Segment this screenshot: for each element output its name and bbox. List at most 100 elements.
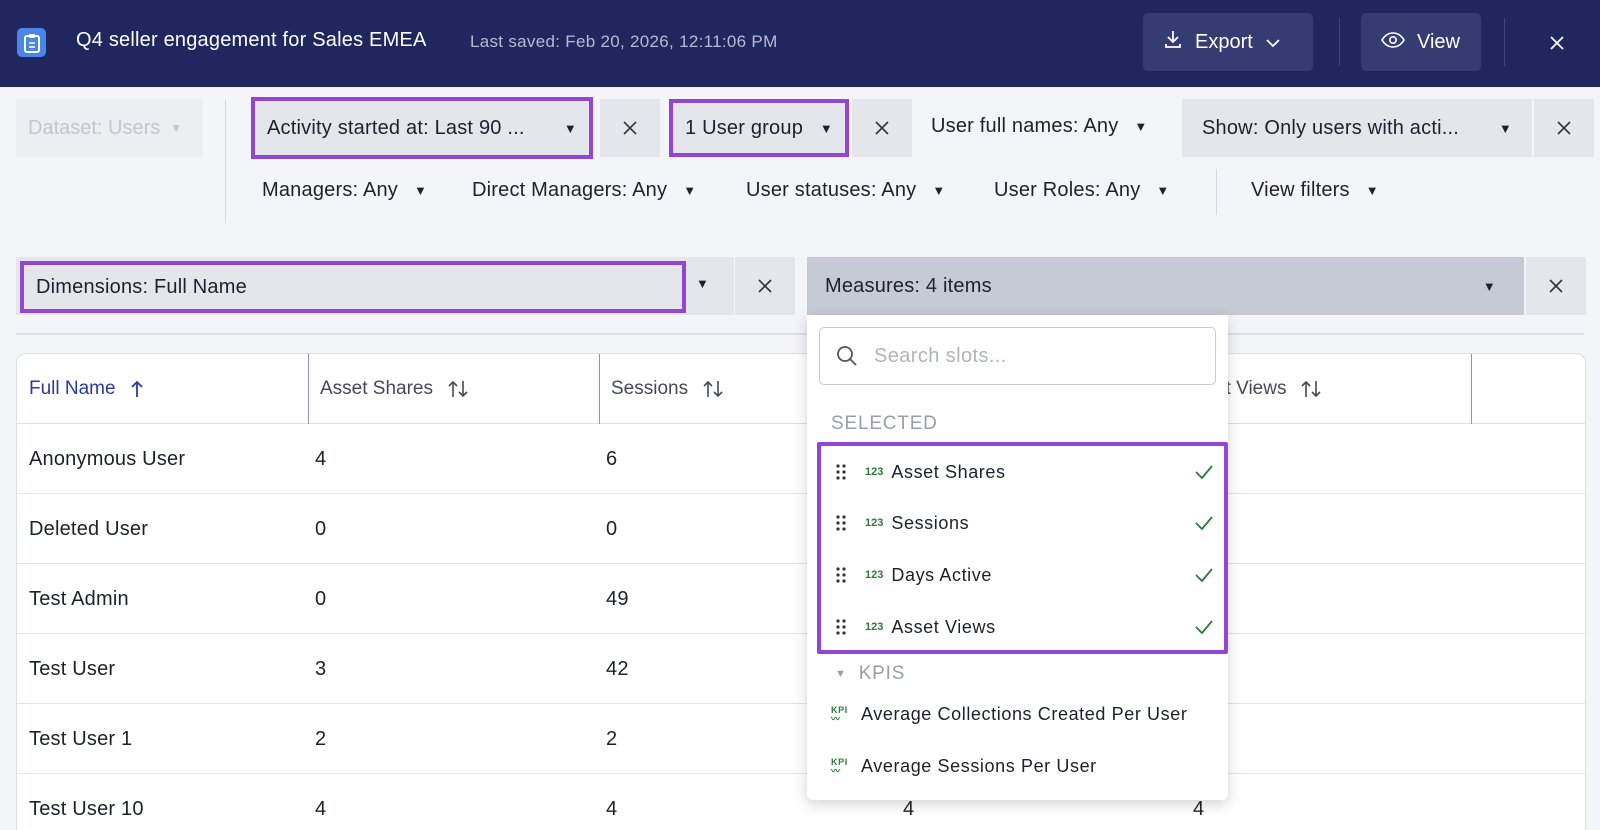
close-icon[interactable] [1542,28,1572,58]
close-icon [758,279,772,293]
cell-asset-shares: 4 [315,447,327,470]
numeric-icon: 123 [865,621,884,633]
activity-filter-label: Activity started at: Last 90 ... [267,116,525,139]
cell-full-name: Test User 1 [29,727,133,750]
cell-full-name: Deleted User [29,517,149,540]
caret-down-icon: ▼ [1498,120,1512,136]
show-filter-remove[interactable] [1534,99,1594,157]
kpi-item-average-sessions[interactable]: KPI 〰 Average Sessions Per User [831,756,1097,777]
sort-icon [703,380,723,398]
column-header-asset-views[interactable]: et Views [1215,354,1322,424]
managers-label: Managers: Any [262,179,399,201]
checkmark-icon [1195,620,1213,635]
search-input[interactable] [874,344,1174,368]
drag-handle-icon[interactable] [829,619,853,635]
dimensions-remove[interactable] [735,257,795,315]
direct-managers-filter[interactable]: Direct Managers: Any ▼ [472,179,696,202]
table-row[interactable]: Test User 3 42 [17,634,1585,704]
close-icon [875,121,889,135]
cell-asset-shares: 0 [315,517,327,540]
measures-selector[interactable]: Measures: 4 items ▼ [807,257,1524,315]
table-row[interactable]: Deleted User 0 0 [17,494,1585,564]
measures-dropdown: SELECTED 123 Asset Shares 123 Sessions 1… [807,315,1228,800]
view-filters-button[interactable]: View filters ▼ [1251,179,1379,202]
table-header: Full Name Asset Shares Sessions et Views [17,354,1585,424]
measure-item-sessions[interactable]: 123 Sessions [825,497,1220,549]
header-divider [1504,18,1505,66]
user-full-names-label: User full names: Any [931,115,1119,137]
export-button[interactable]: Export [1143,13,1313,71]
drag-handle-icon[interactable] [829,515,853,531]
close-icon [1557,121,1571,135]
measure-label: Asset Shares [891,461,1006,482]
last-saved-text: Last saved: Feb 20, 2026, 12:11:06 PM [470,32,778,51]
cell-full-name: Test User 10 [29,797,144,820]
user-group-filter-label: 1 User group [685,116,804,139]
column-label: Asset Shares [320,378,433,399]
column-label: Full Name [29,378,116,399]
dimensions-label: Dimensions: Full Name [20,261,686,313]
measure-item-asset-shares[interactable]: 123 Asset Shares [825,446,1220,498]
activity-filter[interactable]: Activity started at: Last 90 ... ▼ [251,97,593,159]
filter-divider [1216,169,1217,215]
results-table: Full Name Asset Shares Sessions et Views… [16,353,1586,830]
cell-sessions: 49 [606,587,629,610]
column-header-asset-shares[interactable]: Asset Shares [308,354,469,424]
user-statuses-filter[interactable]: User statuses: Any ▼ [746,179,945,202]
kpi-label: Average Sessions Per User [861,756,1097,776]
header-divider [1339,18,1340,66]
activity-filter-remove[interactable] [600,99,660,157]
kpi-item-average-collections[interactable]: KPI 〰 Average Collections Created Per Use… [831,704,1187,725]
user-full-names-filter[interactable]: User full names: Any ▼ [931,115,1148,138]
managers-filter[interactable]: Managers: Any ▼ [262,179,427,202]
table-row[interactable]: Test User 10 4 4 4 4 [17,774,1585,830]
caret-down-icon: ▼ [1365,183,1379,198]
selected-measures-list: 123 Asset Shares 123 Sessions 123 Days A… [817,442,1228,654]
dimensions-selector[interactable]: Dimensions: Full Name ▼ [16,257,734,315]
dataset-label: Dataset: Users [28,116,161,139]
checkmark-icon [1195,516,1213,531]
table-row[interactable]: Test User 1 2 2 [17,704,1585,774]
direct-managers-label: Direct Managers: Any [472,179,668,201]
cell-asset-shares: 3 [315,657,327,680]
user-group-filter[interactable]: 1 User group ▼ [669,99,849,157]
export-label: Export [1195,30,1253,53]
search-field[interactable] [819,327,1216,385]
drag-handle-icon[interactable] [829,567,853,583]
column-header-sessions[interactable]: Sessions [599,354,724,424]
drag-handle-icon[interactable] [829,464,853,480]
measure-item-asset-views[interactable]: 123 Asset Views [825,601,1220,653]
table-row[interactable]: Anonymous User 4 6 [17,424,1585,494]
selected-heading: SELECTED [831,413,938,434]
user-roles-label: User Roles: Any [994,179,1141,201]
measure-label: Days Active [891,564,992,585]
column-header-full-name[interactable]: Full Name [17,354,144,424]
measures-remove[interactable] [1526,257,1586,315]
show-filter-label: Show: Only users with acti... [1202,116,1460,139]
column-label: Sessions [611,378,689,399]
cell-asset-shares: 0 [315,587,327,610]
user-group-filter-remove[interactable] [852,99,912,157]
show-filter[interactable]: Show: Only users with acti... ▼ [1182,99,1532,157]
cell-asset-shares: 2 [315,727,327,750]
kpi-icon: KPI 〰 [831,704,848,724]
view-button[interactable]: View [1361,13,1481,71]
table-row[interactable]: Test Admin 0 49 [17,564,1585,634]
kpi-badge: KPI [831,704,848,715]
measure-item-days-active[interactable]: 123 Days Active [825,549,1220,601]
cell-sessions: 6 [606,447,618,470]
caret-down-icon: ▼ [170,121,183,135]
app-header: Q4 seller engagement for Sales EMEA Last… [0,0,1600,87]
caret-down-icon[interactable]: ▼ [696,276,709,291]
caret-down-icon: ▼ [414,183,428,198]
arrow-up-icon [130,380,143,397]
checkmark-icon [1195,465,1213,480]
measure-label: Asset Views [891,616,996,637]
section-divider [16,333,1584,335]
caret-down-icon: ▼ [835,668,847,680]
kpis-group-toggle[interactable]: ▼ KPIS [835,663,905,685]
dataset-select: Dataset: Users ▼ [16,99,202,157]
column-divider[interactable] [1471,354,1472,424]
user-roles-filter[interactable]: User Roles: Any ▼ [994,179,1169,202]
report-title: Q4 seller engagement for Sales EMEA [76,29,427,51]
